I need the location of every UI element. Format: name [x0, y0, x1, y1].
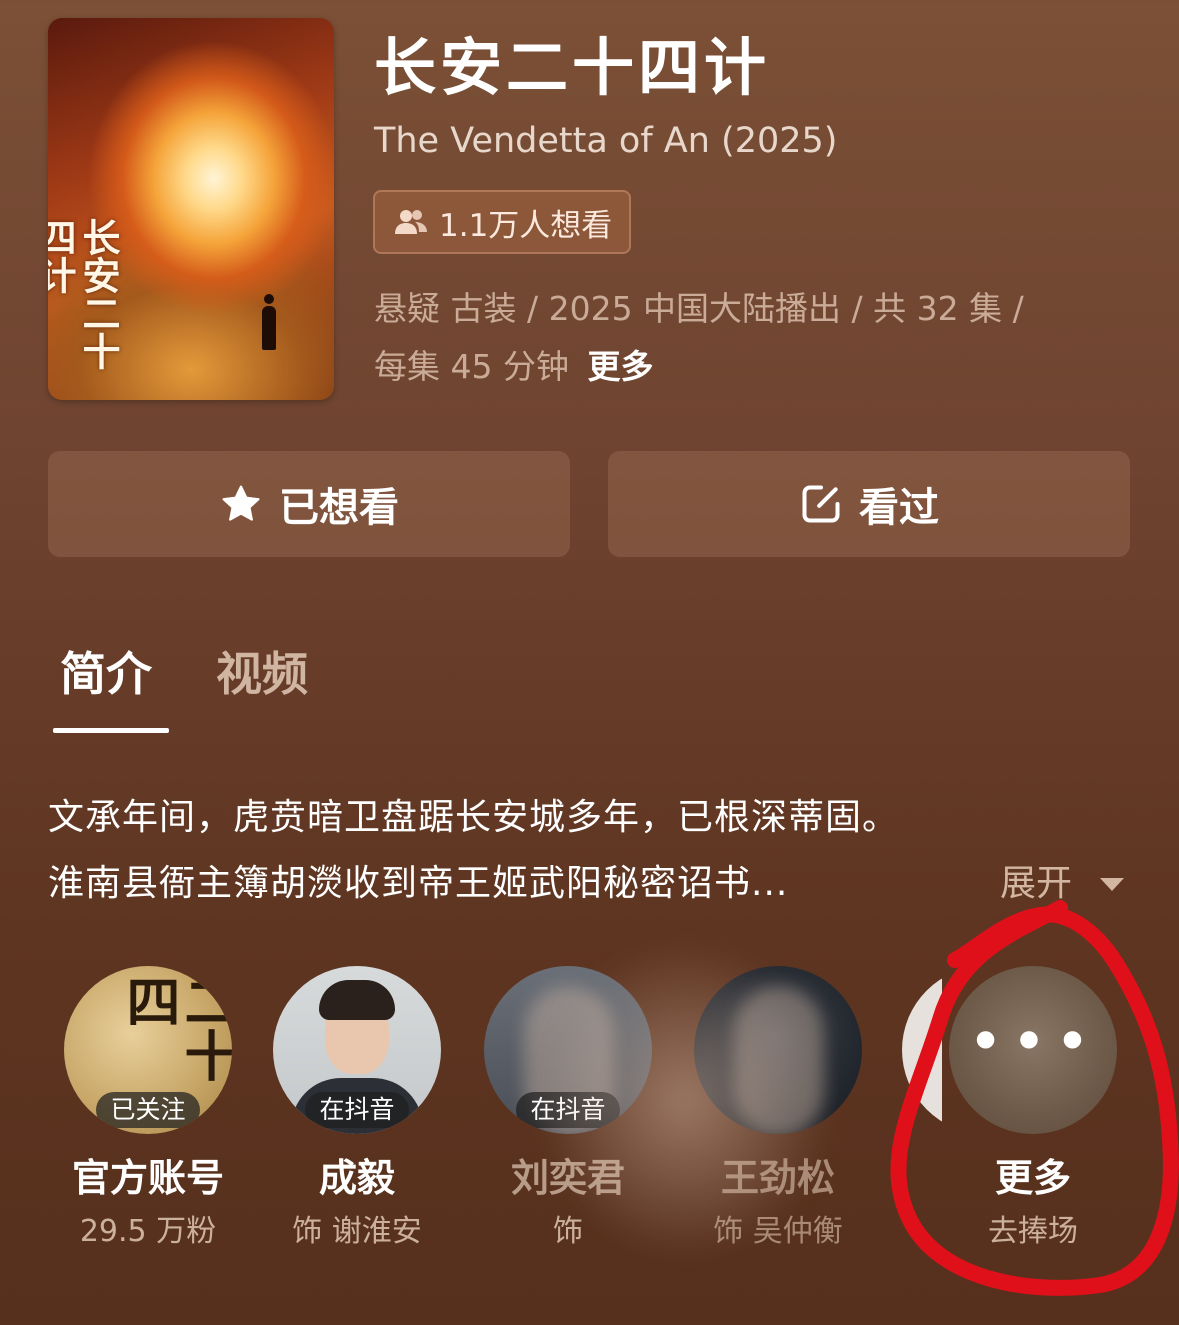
seen-button-label: 看过	[859, 485, 939, 531]
avatar	[902, 966, 942, 1134]
users-icon	[395, 210, 427, 234]
show-title: 长安二十四计	[374, 31, 771, 104]
cast-sub: 饰 谢淮安	[292, 1214, 422, 1249]
avatar-hair	[319, 980, 395, 1020]
chevron-down-icon[interactable]	[1100, 878, 1124, 891]
want-count-text: 1.1万人想看	[439, 207, 613, 244]
want-count-badge[interactable]: 1.1万人想看	[373, 190, 631, 254]
meta-more-link[interactable]: 更多	[587, 347, 653, 386]
want-button-label: 已想看	[279, 485, 399, 531]
tab-video[interactable]: 视频	[216, 640, 308, 708]
cast-item-partial[interactable]	[902, 966, 942, 1134]
meta-line-2: 每集 45 分钟 更多	[374, 344, 653, 390]
avatar[interactable]: 长安二十四 已关注	[64, 966, 232, 1134]
active-tab-underline	[53, 728, 169, 733]
synopsis-line-2: 淮南县衙主簿胡濙收到帝王姬武阳秘密诏书...	[48, 863, 789, 904]
edit-icon	[802, 485, 840, 523]
followed-badge: 已关注	[96, 1092, 200, 1128]
poster-title-text: 长安二十四计	[48, 218, 121, 370]
poster-figure	[262, 294, 276, 350]
cast-more-item[interactable]: ••• 更多 去捧场	[948, 966, 1118, 1252]
want-button[interactable]: 已想看	[48, 451, 570, 557]
on-douyin-badge: 在抖音	[305, 1092, 409, 1128]
cast-item-chengyi[interactable]: 在抖音 成毅 饰 谢淮安	[272, 966, 442, 1252]
cast-sub: 29.5 万粉	[79, 1214, 217, 1249]
star-icon	[222, 485, 260, 521]
synopsis-line-1: 文承年间，虎贲暗卫盘踞长安城多年，已根深蒂固。	[48, 797, 900, 838]
privacy-blur	[535, 940, 835, 1260]
tab-intro[interactable]: 简介	[60, 640, 152, 708]
cast-more-label: 更多	[994, 1156, 1071, 1200]
more-avatar[interactable]: •••	[949, 966, 1117, 1134]
avatar[interactable]: 在抖音	[273, 966, 441, 1134]
expand-button[interactable]: 展开	[1000, 856, 1072, 912]
seen-button[interactable]: 看过	[608, 451, 1130, 557]
more-dots-icon: •••	[967, 1007, 1099, 1077]
cast-more-sub: 去捧场	[988, 1214, 1078, 1249]
show-subtitle: The Vendetta of An (2025)	[374, 121, 838, 161]
poster-image[interactable]: 长安二十四计	[48, 18, 334, 400]
meta-duration: 每集 45 分钟	[374, 347, 569, 386]
cast-item-official[interactable]: 长安二十四 已关注 官方账号 29.5 万粉	[63, 966, 233, 1252]
cast-name: 官方账号	[71, 1156, 224, 1200]
cast-name: 成毅	[318, 1156, 395, 1200]
meta-line-1: 悬疑 古装 / 2025 中国大陆播出 / 共 32 集 /	[374, 289, 1024, 328]
